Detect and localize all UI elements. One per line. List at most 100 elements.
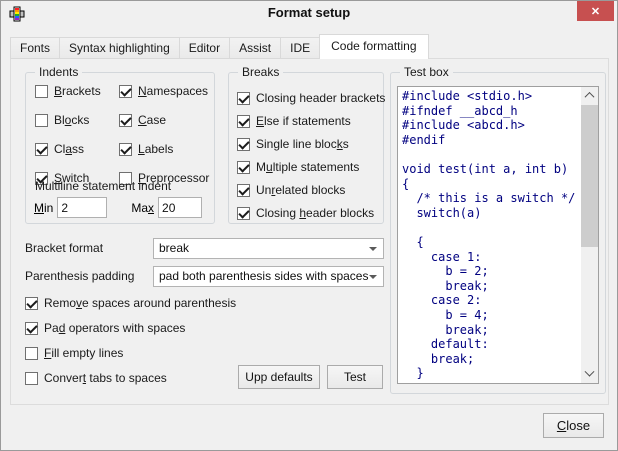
code-line: switch(a) xyxy=(402,206,580,221)
checkbox-blocks[interactable]: Blocks xyxy=(35,112,119,128)
titlebar-close-button[interactable]: ✕ xyxy=(577,1,614,21)
checkbox-label: Closing header brackets xyxy=(256,91,385,105)
checked-checkbox-icon xyxy=(237,184,250,197)
code-formatting-tab-page: Indents Brackets Namespaces Blocks Case Clas… xyxy=(10,58,609,405)
checked-checkbox-icon xyxy=(237,161,250,174)
checkbox-labels[interactable]: Labels xyxy=(119,141,209,157)
checkbox-fill-empty-lines[interactable]: Fill empty lines xyxy=(25,345,236,361)
bracket-format-value: break xyxy=(159,241,189,255)
code-line: /* this is a switch */ xyxy=(402,191,580,206)
tab-syntax-highlighting[interactable]: Syntax highlighting xyxy=(59,37,180,59)
breaks-checkbox-list: Closing header brackets Else if statement… xyxy=(237,90,385,221)
checkbox-closing-header-brackets[interactable]: Closing header brackets xyxy=(237,90,385,106)
tab-code-formatting[interactable]: Code formatting xyxy=(319,34,428,59)
code-line: { xyxy=(402,177,580,192)
unchecked-checkbox-icon xyxy=(35,85,48,98)
checkbox-label: Labels xyxy=(138,142,173,156)
multiline-indent-label: Multiline statement indent xyxy=(35,179,171,193)
unchecked-checkbox-icon xyxy=(35,114,48,127)
code-line: #include <stdio.h> xyxy=(402,89,580,104)
dialog-title: Format setup xyxy=(1,5,617,20)
checkbox-label: Convert tabs to spaces xyxy=(44,371,167,385)
checked-checkbox-icon xyxy=(237,115,250,128)
max-indent-input[interactable] xyxy=(158,197,202,218)
minmax-row: Min Max xyxy=(34,197,202,218)
checkbox-remove-spaces-around-parenthesis[interactable]: Remove spaces around parenthesis xyxy=(25,295,236,311)
checkbox-convert-tabs-to-spaces[interactable]: Convert tabs to spaces xyxy=(25,370,236,386)
checkbox-label: Multiple statements xyxy=(256,160,359,174)
parenthesis-padding-dropdown[interactable]: pad both parenthesis sides with spaces xyxy=(153,266,384,287)
checkbox-class[interactable]: Class xyxy=(35,141,119,157)
tab-editor[interactable]: Editor xyxy=(179,37,230,59)
test-button[interactable]: Test xyxy=(327,365,383,389)
code-line: #endif xyxy=(402,133,580,148)
upp-defaults-button[interactable]: Upp defaults xyxy=(238,365,320,389)
code-line: } xyxy=(402,366,580,381)
code-line: default: xyxy=(402,337,580,352)
code-line: break; xyxy=(402,323,580,338)
checkbox-label: Namespaces xyxy=(138,84,208,98)
indents-group-label: Indents xyxy=(35,65,82,79)
checkbox-label: Remove spaces around parenthesis xyxy=(44,296,236,310)
dropdown-arrow-icon xyxy=(369,275,377,279)
checkbox-case[interactable]: Case xyxy=(119,112,209,128)
code-line: #ifndef __abcd_h xyxy=(402,104,580,119)
checkbox-label: Blocks xyxy=(54,113,89,127)
checked-checkbox-icon xyxy=(119,85,132,98)
min-label: Min xyxy=(34,201,53,215)
code-line: case 2: xyxy=(402,293,580,308)
checkbox-brackets[interactable]: Brackets xyxy=(35,83,119,99)
code-line: break; xyxy=(402,279,580,294)
unchecked-checkbox-icon xyxy=(25,347,38,360)
checkbox-single-line-blocks[interactable]: Single line blocks xyxy=(237,136,385,152)
chevron-up-icon xyxy=(585,92,595,102)
testbox-scrollbar[interactable] xyxy=(581,87,598,383)
checkbox-label: Single line blocks xyxy=(256,137,349,151)
options-checkbox-list: Remove spaces around parenthesis Pad oper… xyxy=(25,295,236,386)
checkbox-multiple-statements[interactable]: Multiple statements xyxy=(237,159,385,175)
chevron-down-icon xyxy=(585,367,595,377)
checked-checkbox-icon xyxy=(237,207,250,220)
code-line: { xyxy=(402,235,580,250)
testbox-group: Test box #include <stdio.h>#ifndef __abc… xyxy=(390,72,606,394)
breaks-group-label: Breaks xyxy=(238,65,283,79)
close-button[interactable]: Close xyxy=(543,413,604,438)
tab-ide[interactable]: IDE xyxy=(280,37,320,59)
tab-assist[interactable]: Assist xyxy=(229,37,281,59)
min-indent-input[interactable] xyxy=(57,197,107,218)
code-line: b = 2; xyxy=(402,264,580,279)
testbox-editor[interactable]: #include <stdio.h>#ifndef __abcd_h#inclu… xyxy=(397,86,599,384)
checkbox-pad-operators-with-spaces[interactable]: Pad operators with spaces xyxy=(25,320,236,336)
scroll-down-button[interactable] xyxy=(581,366,598,383)
scrollbar-thumb[interactable] xyxy=(581,105,598,247)
checkbox-closing-header-blocks[interactable]: Closing header blocks xyxy=(237,205,385,221)
checked-checkbox-icon xyxy=(119,114,132,127)
scroll-up-button[interactable] xyxy=(581,87,598,104)
max-label: Max xyxy=(131,201,154,215)
code-line xyxy=(402,147,580,162)
checkbox-else-if-statements[interactable]: Else if statements xyxy=(237,113,385,129)
checked-checkbox-icon xyxy=(35,143,48,156)
indents-group: Indents BracketsNamespacesBlocksCaseClas… xyxy=(25,72,215,224)
code-line: b = 4; xyxy=(402,308,580,323)
checkbox-unrelated-blocks[interactable]: Unrelated blocks xyxy=(237,182,385,198)
code-line: void test(int a, int b) xyxy=(402,162,580,177)
format-setup-dialog: Format setup ✕ FontsSyntax highlightingE… xyxy=(0,0,618,451)
parenthesis-padding-label: Parenthesis padding xyxy=(25,266,134,287)
checkbox-label: Case xyxy=(138,113,166,127)
tab-fonts[interactable]: Fonts xyxy=(10,37,60,59)
bracket-format-label: Bracket format xyxy=(25,238,103,259)
code-line: break; xyxy=(402,352,580,367)
checked-checkbox-icon xyxy=(25,322,38,335)
checked-checkbox-icon xyxy=(25,297,38,310)
testbox-group-label: Test box xyxy=(400,65,453,79)
checkbox-namespaces[interactable]: Namespaces xyxy=(119,83,209,99)
indents-checkbox-grid: BracketsNamespacesBlocksCaseClassLabelsS… xyxy=(35,83,209,186)
bracket-format-dropdown[interactable]: break xyxy=(153,238,384,259)
close-icon: ✕ xyxy=(591,5,600,18)
dropdown-arrow-icon xyxy=(369,247,377,251)
checkbox-label: Closing header blocks xyxy=(256,206,374,220)
code-line xyxy=(402,220,580,235)
checkbox-label: Class xyxy=(54,142,84,156)
parenthesis-padding-value: pad both parenthesis sides with spaces xyxy=(159,269,368,283)
